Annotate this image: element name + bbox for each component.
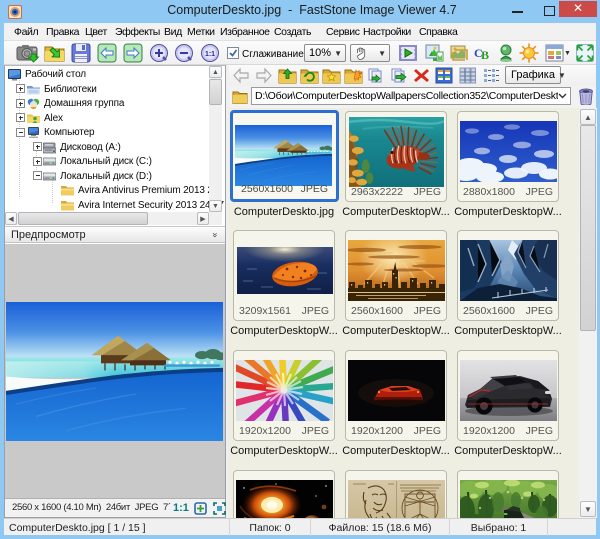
svg-text:В: В	[481, 48, 489, 62]
svg-text:1:1: 1:1	[205, 51, 215, 58]
